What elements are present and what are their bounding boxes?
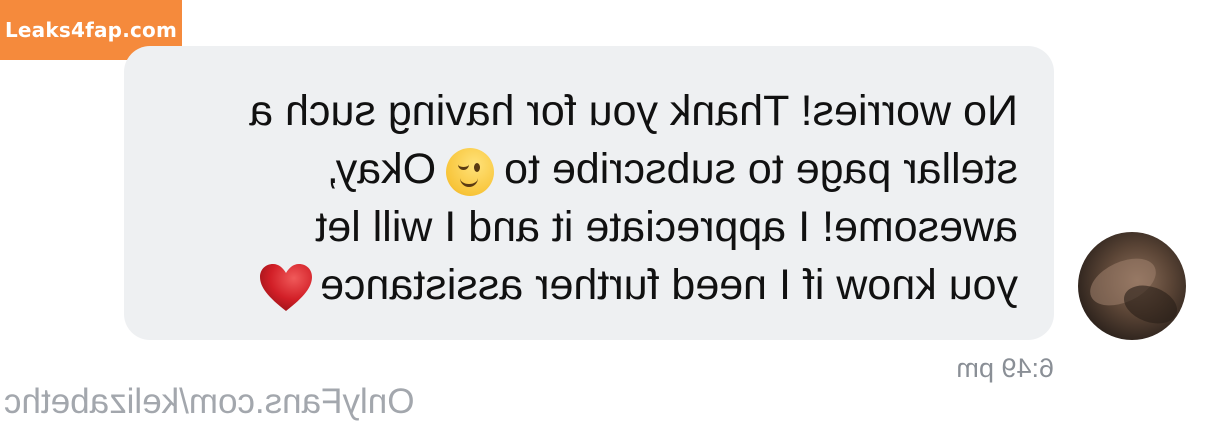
wink-face-emoji-icon xyxy=(446,147,495,196)
message-bubble: No worries! Thank you for having such a … xyxy=(124,46,1054,340)
message-line-2-text: stellar page to subscribe to xyxy=(504,145,1018,193)
message-line-3: awesome! I appreciate it and I will let xyxy=(315,203,1018,251)
message-text: No worries! Thank you for having such a … xyxy=(158,82,1018,314)
avatar[interactable] xyxy=(1078,232,1186,340)
message-mirror: No worries! Thank you for having such a … xyxy=(124,46,1054,340)
message-line-2: stellar page to subscribe to Okay, xyxy=(158,140,1018,198)
message-line-4-text: you know if I need further assistance xyxy=(320,261,1018,309)
footer-url-wrap: OnlyFans.com/kelizabethc xyxy=(4,380,440,424)
timestamp-wrap: 6:49 pm xyxy=(930,350,1054,386)
message-line-4: you know if I need further assistance xyxy=(158,256,1018,314)
footer-url: OnlyFans.com/kelizabethc xyxy=(4,382,415,421)
message-line-1: No worries! Thank you for having such a xyxy=(249,87,1018,135)
message-line-2-suffix: Okay, xyxy=(326,145,437,193)
red-heart-emoji-icon xyxy=(260,263,313,311)
message-timestamp: 6:49 pm xyxy=(956,353,1054,383)
